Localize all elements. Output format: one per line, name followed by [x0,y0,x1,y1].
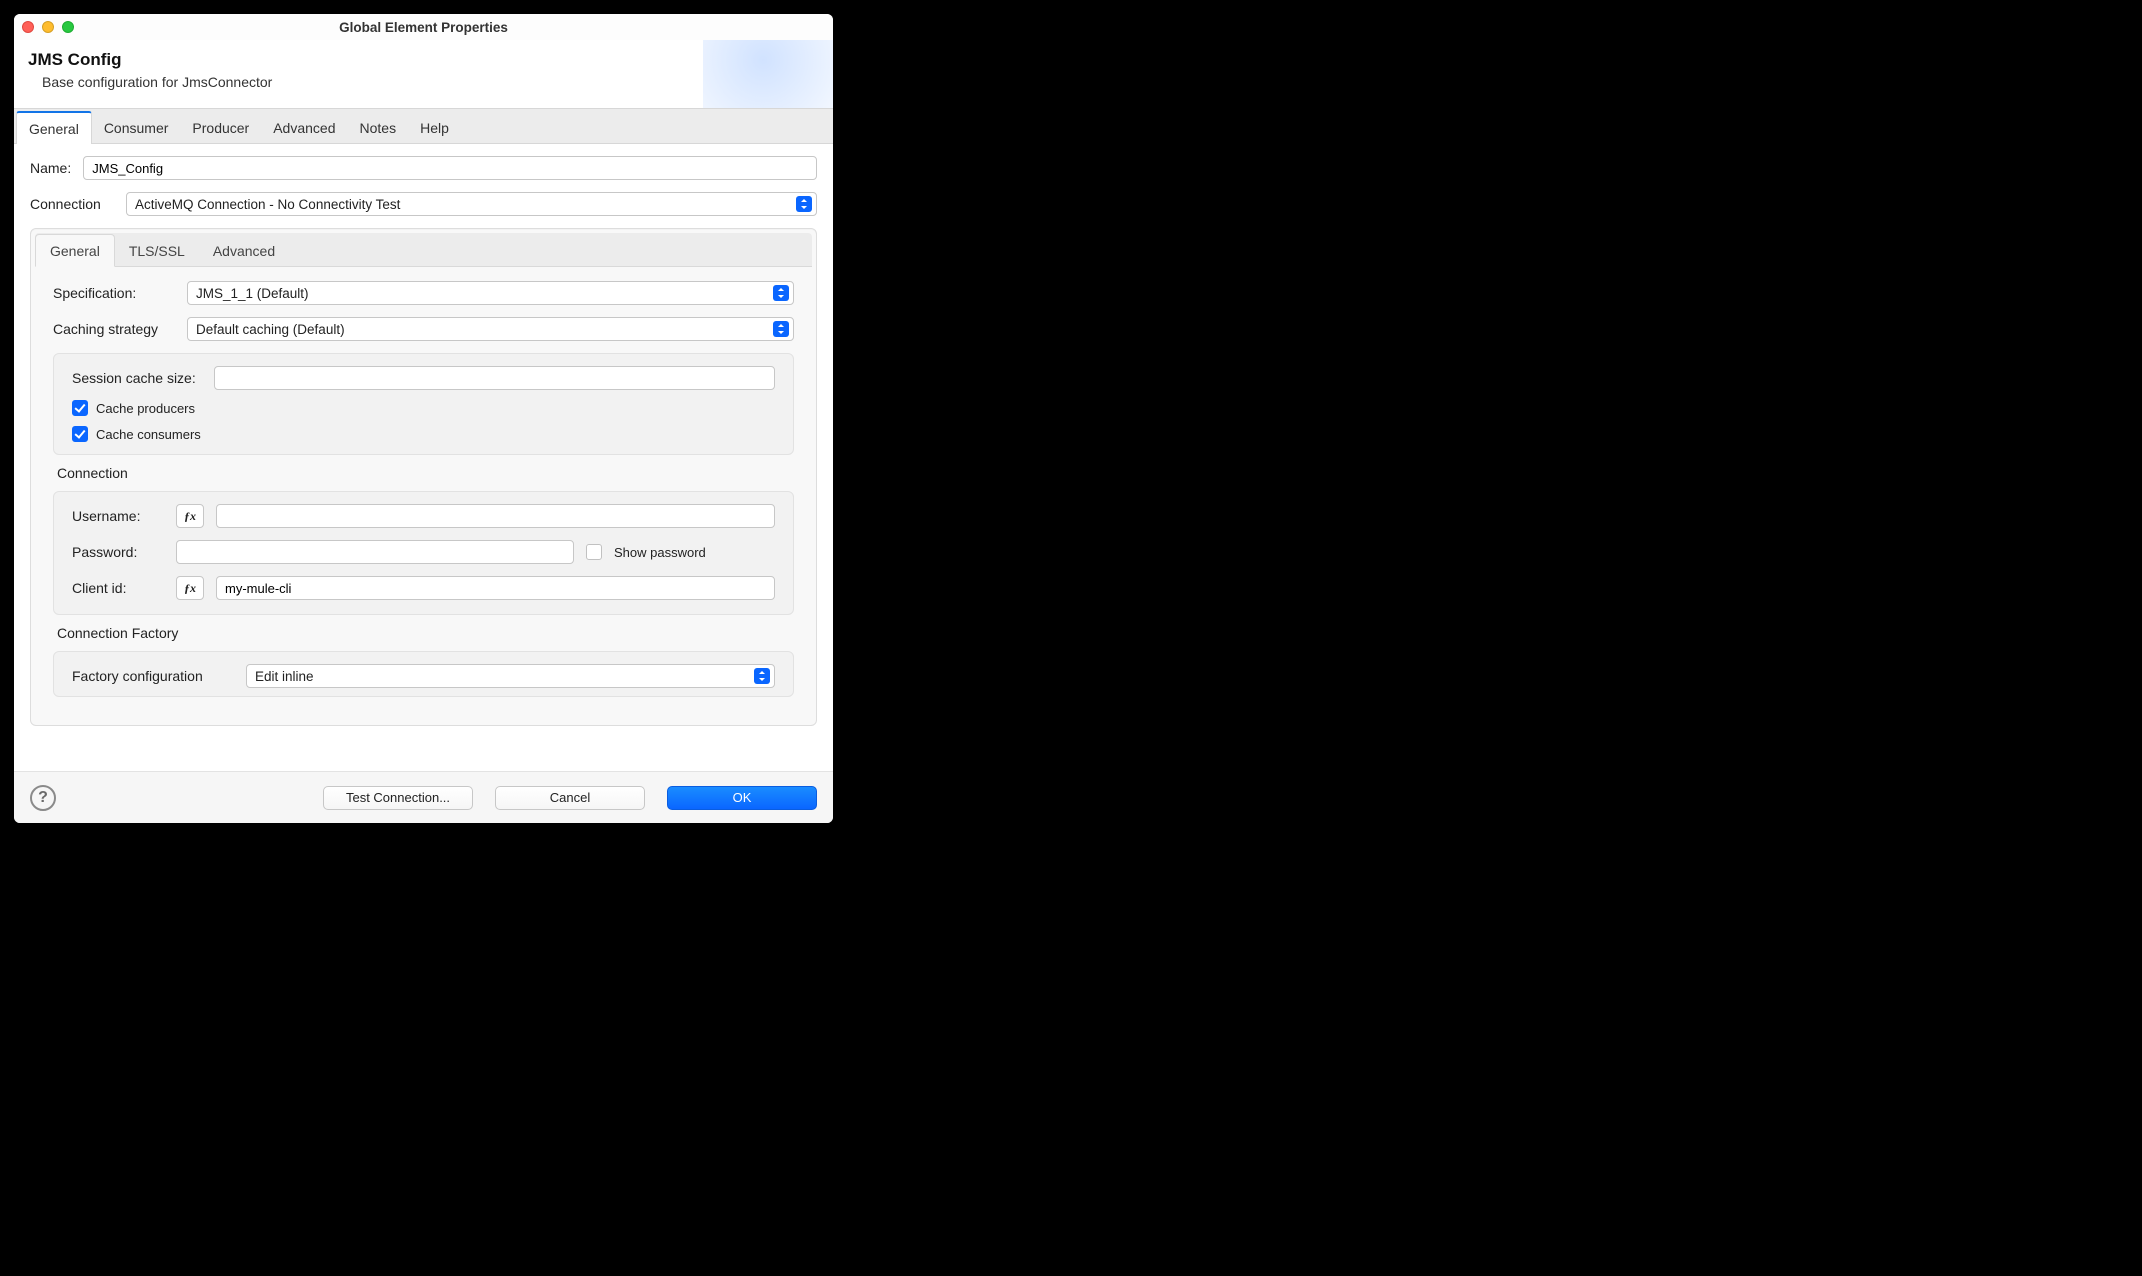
factory-group: Factory configuration Edit inline [53,651,794,697]
titlebar: Global Element Properties [14,14,833,40]
caching-label: Caching strategy [53,321,175,337]
inner-tab-advanced[interactable]: Advanced [199,235,289,266]
factory-config-value: Edit inline [255,669,314,684]
password-input[interactable] [176,540,574,564]
connection-group: Username: ƒx Password: Show password Cli… [53,491,794,615]
specification-select[interactable]: JMS_1_1 (Default) [187,281,794,305]
connection-panel: General TLS/SSL Advanced Specification: … [30,228,817,726]
specification-value: JMS_1_1 (Default) [196,286,309,301]
tab-notes[interactable]: Notes [348,112,409,143]
connection-section-title: Connection [57,465,794,481]
dialog-body: Name: Connection ActiveMQ Connection - N… [14,144,833,771]
cache-consumers-checkbox[interactable] [72,426,88,442]
tab-advanced[interactable]: Advanced [261,112,347,143]
session-cache-input[interactable] [214,366,775,390]
inner-body: Specification: JMS_1_1 (Default) Caching… [35,267,812,703]
show-password-checkbox[interactable] [586,544,602,560]
name-input[interactable] [83,156,817,180]
header-title: JMS Config [28,50,819,70]
updown-icon [796,196,812,212]
tab-general[interactable]: General [16,111,92,144]
name-label: Name: [30,160,71,176]
fx-button-clientid[interactable]: ƒx [176,576,204,600]
show-password-label: Show password [614,545,706,560]
tab-producer[interactable]: Producer [180,112,261,143]
factory-config-label: Factory configuration [72,668,234,684]
factory-config-select[interactable]: Edit inline [246,664,775,688]
help-icon[interactable]: ? [30,785,56,811]
window-title: Global Element Properties [14,20,833,35]
dialog-header: JMS Config Base configuration for JmsCon… [14,40,833,108]
fx-button-username[interactable]: ƒx [176,504,204,528]
dialog-window: Global Element Properties JMS Config Bas… [14,14,833,823]
cancel-button[interactable]: Cancel [495,786,645,810]
test-connection-button[interactable]: Test Connection... [323,786,473,810]
cache-consumers-label: Cache consumers [96,427,201,442]
tab-consumer[interactable]: Consumer [92,112,181,143]
session-cache-label: Session cache size: [72,370,202,386]
cache-producers-checkbox[interactable] [72,400,88,416]
connection-label: Connection [30,196,114,212]
updown-icon [754,668,770,684]
caching-select[interactable]: Default caching (Default) [187,317,794,341]
clientid-label: Client id: [72,580,164,596]
factory-section-title: Connection Factory [57,625,794,641]
ok-button[interactable]: OK [667,786,817,810]
header-subtitle: Base configuration for JmsConnector [42,74,819,90]
password-label: Password: [72,544,164,560]
inner-tab-tls[interactable]: TLS/SSL [115,235,199,266]
tab-help[interactable]: Help [408,112,461,143]
username-label: Username: [72,508,164,524]
dialog-footer: ? Test Connection... Cancel OK [14,771,833,823]
updown-icon [773,285,789,301]
caching-group: Session cache size: Cache producers Cach… [53,353,794,455]
connection-select-value: ActiveMQ Connection - No Connectivity Te… [135,197,400,212]
cache-producers-label: Cache producers [96,401,195,416]
clientid-input[interactable] [216,576,775,600]
username-input[interactable] [216,504,775,528]
caching-value: Default caching (Default) [196,322,345,337]
outer-tabbar: General Consumer Producer Advanced Notes… [14,108,833,144]
specification-label: Specification: [53,285,175,301]
updown-icon [773,321,789,337]
connection-select[interactable]: ActiveMQ Connection - No Connectivity Te… [126,192,817,216]
inner-tabbar: General TLS/SSL Advanced [35,233,812,267]
inner-tab-general[interactable]: General [35,234,115,267]
